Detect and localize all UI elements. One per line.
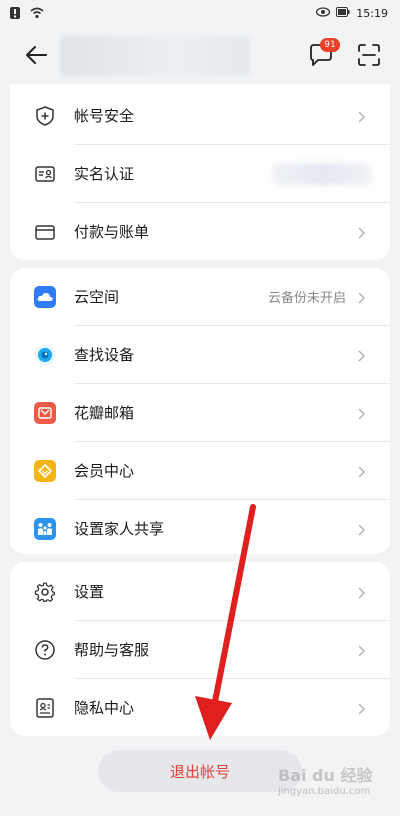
chevron-right-icon [356,348,366,362]
row-label: 设置 [74,583,105,601]
chevron-right-icon [356,406,366,420]
watermark-url: jingyan.baidu.com [278,786,371,797]
back-button[interactable] [22,40,52,70]
row-label: 隐私中心 [74,699,135,717]
family-sharing-row[interactable]: 设置家人共享 [10,500,390,557]
eye-icon [316,7,331,19]
account-card: 帐号安全 实名认证 付款与账单 [10,84,390,260]
row-label: 会员中心 [74,462,135,480]
watermark: Bai du 经验 jingyan.baidu.com [278,762,394,812]
battery-icon [336,7,350,19]
chevron-right-icon [356,464,366,478]
row-label: 查找设备 [74,346,135,364]
account-security-row[interactable]: 帐号安全 [10,87,390,144]
chevron-right-icon [356,290,366,304]
payment-billing-row[interactable]: 付款与账单 [10,203,390,260]
scan-icon [358,44,380,66]
settings-row[interactable]: 设置 [10,563,390,620]
chevron-right-icon [356,109,366,123]
row-label: 花瓣邮箱 [74,404,135,422]
status-time: 15:19 [356,6,388,20]
chevron-right-icon [356,225,366,239]
family-icon [34,517,56,540]
gear-icon [34,581,56,603]
cloud-icon [34,285,56,308]
help-service-row[interactable]: 帮助与客服 [10,621,390,678]
row-label: 帮助与客服 [74,641,150,659]
petal-mail-row[interactable]: 花瓣邮箱 [10,384,390,441]
wifi-icon [30,7,44,19]
row-label: 设置家人共享 [74,520,165,538]
member-center-row[interactable]: 会员中心 [10,442,390,499]
row-label: 实名认证 [74,165,135,183]
diamond-icon [34,459,56,482]
row-label: 付款与账单 [74,223,150,241]
row-label: 帐号安全 [74,107,135,125]
privacy-center-row[interactable]: 隐私中心 [10,679,390,736]
message-badge: 91 [320,38,340,52]
arrow-left-icon [26,46,47,64]
alert-icon [10,7,24,19]
shield-icon [34,105,56,127]
status-bar: 15:19 [0,0,400,26]
logout-button[interactable]: 退出帐号 [98,750,302,792]
watermark-brand: Bai du 经验 [278,766,373,785]
id-card-icon [34,163,56,185]
header: 91 [0,26,400,84]
general-card: 设置 帮助与客服 隐私中心 [10,562,390,736]
privacy-icon [34,697,56,719]
help-icon [34,639,56,661]
real-name-auth-row[interactable]: 实名认证 [10,145,390,202]
profile-name-blurred[interactable] [60,36,250,76]
cloud-backup-status: 云备份未开启 [267,291,346,306]
scan-button[interactable] [354,40,384,70]
chevron-right-icon [356,585,366,599]
chevron-right-icon [356,701,366,715]
services-card: 云空间 云备份未开启 查找设备 花瓣邮箱 会员中心 设置家人共享 [10,268,390,554]
blurred-value [272,163,372,185]
radar-icon [34,344,56,366]
chevron-right-icon [356,522,366,536]
find-device-row[interactable]: 查找设备 [10,326,390,383]
chevron-right-icon [356,643,366,657]
cloud-space-row[interactable]: 云空间 云备份未开启 [10,268,390,325]
credit-card-icon [34,221,56,243]
row-label: 云空间 [74,288,120,306]
mail-icon [34,401,56,424]
